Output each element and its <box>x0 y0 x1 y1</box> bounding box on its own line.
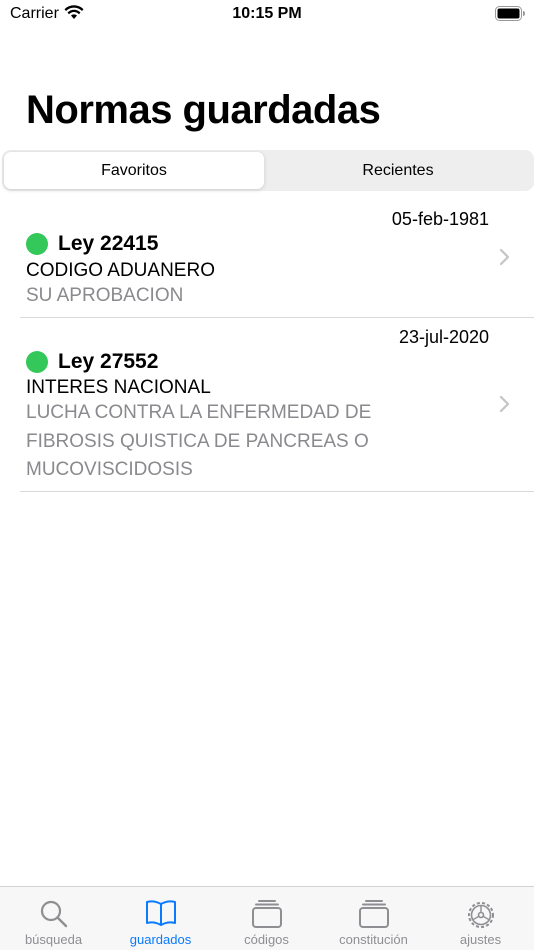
battery-icon <box>495 6 525 26</box>
chevron-right-icon <box>499 395 510 418</box>
tab-constitucion[interactable]: constitución <box>320 887 427 950</box>
tab-busqueda[interactable]: búsqueda <box>0 887 107 950</box>
tab-bar: búsqueda guardados códigos constitución <box>0 886 534 950</box>
item-title: Ley 22415 <box>58 232 159 255</box>
item-subject: INTERES NACIONAL <box>26 377 211 398</box>
tab-label: códigos <box>244 932 289 947</box>
screen: Carrier 10:15 PM Normas guardadas Favori… <box>0 0 534 950</box>
status-dot <box>26 351 48 373</box>
tab-label: ajustes <box>459 932 502 947</box>
segmented-control: Favoritos Recientes <box>2 150 534 191</box>
book-icon <box>144 899 178 932</box>
status-bar: Carrier 10:15 PM <box>0 0 534 30</box>
stack-icon <box>358 899 390 934</box>
tab-guardados[interactable]: guardados <box>107 887 214 950</box>
list-item[interactable]: 05-feb-1981 Ley 22415 CODIGO ADUANERO SU… <box>0 200 534 318</box>
clock: 10:15 PM <box>232 5 302 22</box>
tab-label: guardados <box>129 932 192 947</box>
page-title: Normas guardadas <box>26 88 381 132</box>
item-description: LUCHA CONTRA LA ENFERMEDAD DE FIBROSIS Q… <box>26 402 372 480</box>
item-title: Ley 27552 <box>58 350 159 373</box>
item-subject: CODIGO ADUANERO <box>26 260 215 281</box>
tab-codigos[interactable]: códigos <box>213 887 320 950</box>
segment-recientes[interactable]: Recientes <box>268 152 528 189</box>
tab-ajustes[interactable]: ajustes <box>427 887 534 950</box>
gear-icon <box>465 899 497 936</box>
chevron-right-icon <box>499 248 510 271</box>
segment-favoritos[interactable]: Favoritos <box>4 152 264 189</box>
list-item[interactable]: 23-jul-2020 Ley 27552 INTERES NACIONAL L… <box>0 318 534 492</box>
status-dot <box>26 233 48 255</box>
tab-label: constitución <box>339 932 408 947</box>
item-description: SU APROBACION <box>26 285 184 306</box>
item-date: 23-jul-2020 <box>398 327 489 347</box>
stack-icon <box>251 899 283 934</box>
search-icon <box>39 899 69 934</box>
separator <box>20 491 534 492</box>
tab-label: búsqueda <box>24 932 83 947</box>
item-date: 05-feb-1981 <box>391 209 489 229</box>
